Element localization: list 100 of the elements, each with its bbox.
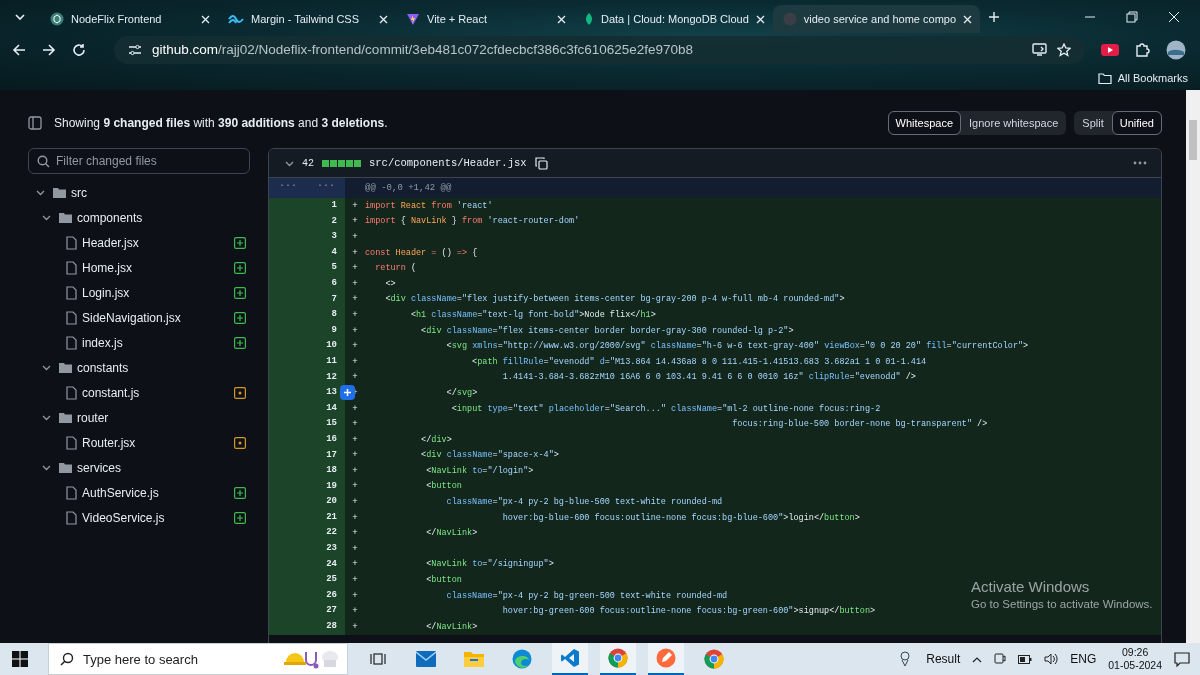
- browser-tab[interactable]: Vite + React: [396, 5, 574, 33]
- file-name[interactable]: Login.jsx: [82, 285, 130, 300]
- clock-time[interactable]: 09:26: [1122, 646, 1149, 659]
- browser-tab[interactable]: NodeFlix Frontend: [40, 5, 218, 33]
- chevron-icon[interactable]: [42, 363, 51, 372]
- windows-start-icon[interactable]: [12, 651, 28, 667]
- file-name[interactable]: constant.js: [82, 385, 140, 400]
- line-number[interactable]: 10: [269, 338, 345, 354]
- language-indicator[interactable]: ENG: [1070, 652, 1097, 666]
- line-number[interactable]: 18: [269, 463, 345, 479]
- notification-icon[interactable]: [1174, 651, 1190, 667]
- whitespace-option[interactable]: Whitespace: [887, 111, 962, 135]
- line-number[interactable]: 1: [269, 198, 345, 214]
- diff-marker: +: [351, 606, 359, 617]
- more-icon[interactable]: [1133, 161, 1147, 165]
- expand-button[interactable]: ...: [269, 178, 307, 198]
- add-comment-icon[interactable]: [340, 385, 355, 401]
- widget-label[interactable]: Result: [926, 652, 961, 666]
- view-option[interactable]: Unified: [1111, 111, 1162, 135]
- line-number[interactable]: 8: [269, 307, 345, 323]
- chrome-icon[interactable]: [600, 643, 636, 675]
- close-icon[interactable]: [963, 14, 973, 24]
- change-count: 42: [302, 157, 314, 169]
- install-app-icon[interactable]: [1032, 43, 1047, 56]
- line-number[interactable]: 28: [269, 619, 345, 635]
- line-number[interactable]: 15: [269, 416, 345, 432]
- line-number[interactable]: 27: [269, 603, 345, 620]
- close-icon[interactable]: [755, 14, 765, 24]
- close-icon[interactable]: [1168, 10, 1180, 23]
- pen-icon[interactable]: [648, 643, 684, 675]
- back-icon[interactable]: [12, 42, 26, 57]
- chevron-icon[interactable]: [36, 188, 45, 197]
- webcam-icon[interactable]: [994, 652, 1007, 666]
- code-line: const Header = () => {: [365, 247, 478, 258]
- file-name[interactable]: VideoService.js: [82, 510, 165, 525]
- line-number[interactable]: 25: [269, 572, 345, 588]
- address-bar[interactable]: github.com/rajj02/Nodeflix-frontend/commit/3eb481c072cfdecbcf386c3fc610625e2fe970b8: [114, 35, 1085, 64]
- file-icon: [66, 510, 77, 525]
- reload-icon[interactable]: [72, 42, 86, 57]
- close-icon[interactable]: [557, 14, 566, 24]
- diff-marker: +: [351, 294, 359, 305]
- file-name[interactable]: Router.jsx: [82, 435, 136, 450]
- folder-name[interactable]: router: [77, 410, 109, 425]
- new-tab-icon[interactable]: [988, 10, 1001, 23]
- tab-title: Vite + React: [427, 13, 489, 25]
- folder-name[interactable]: services: [77, 460, 121, 475]
- clock-date[interactable]: 01-05-2024: [1108, 659, 1162, 672]
- star-icon[interactable]: [1057, 42, 1071, 57]
- activation-title: Activate Windows: [971, 578, 1091, 595]
- chevron-icon[interactable]: [42, 413, 51, 422]
- expand-button[interactable]: ...: [307, 178, 345, 198]
- line-number[interactable]: 23: [269, 541, 345, 557]
- browser-tab[interactable]: Margin - Tailwind CSS: [218, 5, 396, 33]
- close-icon[interactable]: [379, 14, 388, 24]
- file-name[interactable]: Home.jsx: [82, 260, 132, 275]
- diff-marker: +: [351, 216, 359, 227]
- chevron-icon[interactable]: [42, 213, 51, 222]
- puzzle-icon[interactable]: [1135, 42, 1150, 57]
- diff-marker: +: [351, 497, 359, 508]
- chevron-icon[interactable]: [42, 463, 51, 472]
- line-number[interactable]: 5: [269, 260, 345, 276]
- filter-field[interactable]: Filter changed files: [28, 148, 250, 174]
- forward-icon[interactable]: [42, 42, 56, 57]
- battery-icon[interactable]: [1018, 654, 1033, 664]
- taskbar-search-field[interactable]: Type here to search: [48, 643, 348, 675]
- browser-tab[interactable]: Data | Cloud: MongoDB Cloud: [574, 5, 773, 33]
- restore-icon[interactable]: [1126, 10, 1138, 23]
- diff-marker: +: [351, 356, 359, 367]
- file-icon: [66, 235, 77, 250]
- file-name[interactable]: SideNavigation.jsx: [82, 310, 181, 325]
- sidebar-toggle-icon[interactable]: [28, 116, 42, 130]
- file-name[interactable]: Header.jsx: [82, 235, 139, 250]
- bookmarks-link[interactable]: All Bookmarks: [1117, 72, 1188, 84]
- browser-tab[interactable]: video service and home compo: [772, 5, 981, 33]
- chevron-up-icon[interactable]: [972, 655, 983, 663]
- code-line: <NavLink to="/signingup">: [425, 559, 554, 570]
- file-name[interactable]: index.js: [82, 335, 123, 350]
- code-icon[interactable]: [552, 643, 588, 675]
- folder-name[interactable]: src: [71, 185, 87, 200]
- diff-marker: +: [351, 387, 359, 398]
- code-line: <input type="text" placeholder="Search..." className="ml-2 outline-none focus:ring-2: [450, 403, 881, 414]
- volume-icon[interactable]: [1044, 653, 1059, 665]
- site-settings-icon[interactable]: [128, 43, 142, 56]
- line-number[interactable]: 20: [269, 494, 345, 510]
- line-number[interactable]: 3: [269, 229, 345, 245]
- search-icon: [37, 155, 50, 168]
- line-number[interactable]: 13: [269, 385, 345, 401]
- folder-name[interactable]: components: [77, 210, 143, 225]
- file-name[interactable]: AuthService.js: [82, 485, 159, 500]
- video-extension-icon[interactable]: [1101, 43, 1119, 56]
- close-icon[interactable]: [201, 14, 210, 24]
- copy-icon[interactable]: [534, 156, 548, 170]
- line-number[interactable]: 22: [269, 525, 345, 542]
- tab-title: NodeFlix Frontend: [71, 13, 163, 25]
- view-option[interactable]: Split: [1074, 111, 1112, 135]
- folder-name[interactable]: constants: [77, 360, 129, 375]
- scrollbar-thumb[interactable]: [1189, 120, 1197, 160]
- whitespace-option[interactable]: Ignore whitespace: [961, 111, 1067, 135]
- file-path[interactable]: src/components/Header.jsx: [369, 157, 527, 169]
- avatar-icon[interactable]: [1166, 39, 1186, 60]
